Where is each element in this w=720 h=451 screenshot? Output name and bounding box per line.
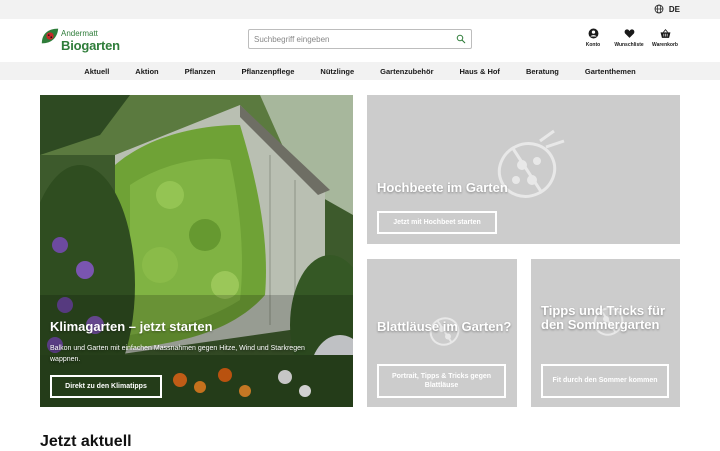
- brand-logo[interactable]: Andermatt Biogarten: [40, 27, 120, 52]
- teaser-sommergarten[interactable]: Tipps und Tricks für den Sommergarten Fi…: [531, 259, 680, 407]
- account-label: Konto: [585, 42, 601, 48]
- nav-item-pflanzen[interactable]: Pflanzen: [172, 67, 229, 76]
- nav-item-haus-hof[interactable]: Haus & Hof: [447, 67, 513, 76]
- section-title-jetzt-aktuell: Jetzt aktuell: [40, 433, 132, 450]
- globe-icon: [654, 4, 664, 14]
- nav-item-aktion[interactable]: Aktion: [122, 67, 171, 76]
- wishlist-label: Wunschliste: [614, 42, 644, 48]
- teaser-hochbeete[interactable]: Hochbeete im Garten Jetzt mit Hochbeet s…: [367, 95, 680, 244]
- nav-item-beratung[interactable]: Beratung: [513, 67, 572, 76]
- user-icon: [588, 28, 598, 39]
- blattlaeuse-button[interactable]: Portrait, Tipps & Tricks gegen Blattläus…: [377, 364, 506, 398]
- klimagarten-description: Balkon und Garten mit einfachen Massnahm…: [50, 345, 305, 363]
- language-label: DE: [668, 4, 680, 14]
- brand-name-main: Biogarten: [61, 38, 120, 53]
- header-icons: Konto Wunschliste Warenkorb: [572, 28, 680, 48]
- search-input[interactable]: [249, 30, 451, 48]
- account-link[interactable]: Konto: [578, 28, 608, 48]
- language-switcher[interactable]: DE: [654, 4, 680, 14]
- search-icon: [456, 34, 466, 44]
- hochbeete-title: Hochbeete im Garten: [377, 180, 508, 195]
- klimatipps-button[interactable]: Direkt zu den Klimatipps: [50, 375, 162, 398]
- top-bar: DE: [0, 0, 720, 19]
- search-button[interactable]: [451, 30, 471, 48]
- teaser-grid: Klimagarten – jetzt starten Balkon und G…: [40, 95, 680, 407]
- heart-icon: [624, 29, 634, 38]
- teaser-klimagarten[interactable]: Klimagarten – jetzt starten Balkon und G…: [40, 95, 353, 407]
- sommergarten-title: Tipps und Tricks für den Sommergarten: [541, 303, 666, 333]
- header: Andermatt Biogarten Konto Wunschliste Wa…: [0, 19, 720, 62]
- ladybug-leaf-icon: [41, 28, 59, 44]
- basket-icon: [660, 28, 670, 38]
- cart-link[interactable]: Warenkorb: [650, 28, 680, 48]
- wishlist-link[interactable]: Wunschliste: [614, 28, 644, 48]
- teaser-blattlaeuse[interactable]: Blattläuse im Garten? Portrait, Tipps & …: [367, 259, 517, 407]
- cart-label: Warenkorb: [652, 42, 678, 48]
- nav-item-pflanzenpflege[interactable]: Pflanzenpflege: [228, 67, 307, 76]
- main-navigation: Aktuell Aktion Pflanzen Pflanzenpflege N…: [0, 62, 720, 80]
- nav-item-gartenthemen[interactable]: Gartenthemen: [572, 67, 649, 76]
- nav-item-nuetzlinge[interactable]: Nützlinge: [307, 67, 367, 76]
- nav-item-gartenzubehoer[interactable]: Gartenzubehör: [367, 67, 446, 76]
- blattlaeuse-title: Blattläuse im Garten?: [377, 319, 512, 334]
- search-bar: [248, 29, 472, 49]
- brand-name-top: Andermatt: [61, 29, 98, 38]
- hochbeet-button[interactable]: Jetzt mit Hochbeet starten: [377, 211, 497, 234]
- nav-item-aktuell[interactable]: Aktuell: [71, 67, 122, 76]
- klimagarten-title: Klimagarten – jetzt starten: [50, 319, 213, 334]
- sommer-button[interactable]: Fit durch den Sommer kommen: [541, 364, 669, 398]
